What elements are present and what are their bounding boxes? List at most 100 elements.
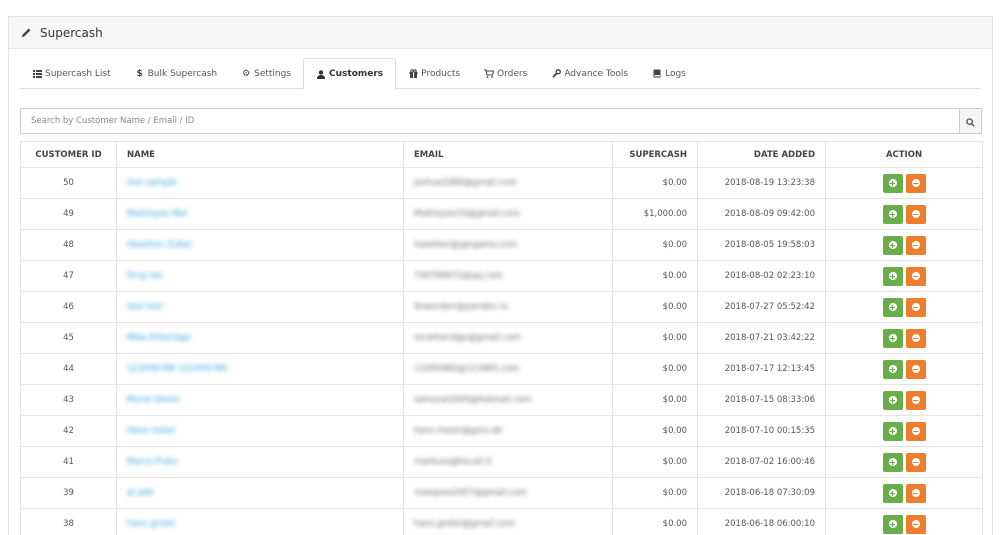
customer-name-link[interactable]: Murat Demir (127, 395, 180, 405)
email-cell: joshua1988@gmail.com (403, 167, 613, 199)
remove-supercash-button[interactable] (905, 359, 926, 379)
customer-id-cell: 39 (20, 477, 117, 509)
table-row: 45 Mike Etheridge mcetheridge@gmail.com $0.… (20, 322, 983, 354)
search-button[interactable] (959, 109, 981, 133)
customer-name-link[interactable]: Hans meier (127, 426, 176, 436)
add-supercash-button[interactable] (882, 483, 903, 503)
header-supercash[interactable]: SUPERCASH (612, 141, 698, 168)
add-supercash-button[interactable] (882, 390, 903, 410)
tab-customers[interactable]: Customers (303, 58, 397, 90)
action-buttons (882, 359, 926, 379)
remove-supercash-button[interactable] (905, 204, 926, 224)
header-name[interactable]: NAME (116, 141, 404, 168)
customer-name-link[interactable]: Mike Etheridge (127, 333, 190, 343)
remove-supercash-button[interactable] (905, 514, 926, 534)
customer-name-link[interactable]: Haashen Zuber (127, 240, 192, 250)
add-supercash-button[interactable] (882, 266, 903, 286)
header-action: ACTION (825, 141, 983, 168)
panel-title: Supercash (40, 25, 103, 40)
date-added-cell: 2018-08-19 13:23:38 (697, 167, 826, 199)
action-buttons (882, 390, 926, 410)
tab-orders[interactable]: Orders (472, 58, 539, 89)
date-added-cell: 2018-07-02 16:00:46 (697, 446, 826, 478)
remove-supercash-button[interactable] (905, 390, 926, 410)
name-cell: Hans meier (116, 415, 404, 447)
action-buttons (882, 235, 926, 255)
table-row: 47 feng nec 746766672@qq.com $0.00 2018-08-0… (20, 260, 983, 292)
plus-circle-icon (888, 489, 897, 497)
add-supercash-button[interactable] (882, 235, 903, 255)
tab-logs[interactable]: Logs (640, 58, 698, 89)
supercash-cell: $0.00 (612, 477, 698, 509)
tab-supercash-list[interactable]: Supercash List (20, 58, 123, 89)
add-supercash-button[interactable] (882, 204, 903, 224)
action-cell (825, 322, 983, 354)
customer-id-cell: 43 (20, 384, 117, 416)
add-supercash-button[interactable] (882, 297, 903, 317)
customer-name-link[interactable]: al add (127, 488, 153, 498)
header-date-added[interactable]: DATE ADDED (697, 141, 826, 168)
action-cell (825, 508, 983, 535)
add-supercash-button[interactable] (882, 421, 903, 441)
remove-supercash-button[interactable] (905, 173, 926, 193)
panel-heading: Supercash (9, 17, 992, 49)
action-buttons (882, 421, 926, 441)
tab-advance-tools[interactable]: Advance Tools (539, 58, 640, 89)
customer-name-link[interactable]: 123456789 123456789 (127, 364, 227, 374)
customer-id-cell: 38 (20, 508, 117, 535)
remove-supercash-button[interactable] (905, 328, 926, 348)
search-input[interactable] (21, 109, 959, 133)
action-cell (825, 198, 983, 230)
customer-id-cell: 44 (20, 353, 117, 385)
name-cell: test sample (116, 167, 404, 199)
name-cell: Murat Demir (116, 384, 404, 416)
add-supercash-button[interactable] (882, 328, 903, 348)
date-added-cell: 2018-07-27 05:52:42 (697, 291, 826, 323)
minus-circle-icon (911, 520, 920, 528)
remove-supercash-button[interactable] (905, 266, 926, 286)
header-customer-id[interactable]: CUSTOMER ID (20, 141, 117, 168)
customer-name-link[interactable]: hans grotei (127, 519, 175, 529)
customer-name-link[interactable]: feng nec (127, 271, 164, 281)
customer-email: masques2007@gmail.com (414, 488, 527, 498)
action-cell (825, 291, 983, 323)
date-added-cell: 2018-08-09 09:42:00 (697, 198, 826, 230)
plus-circle-icon (888, 396, 897, 404)
date-added-cell: 2018-07-21 03:42:22 (697, 322, 826, 354)
tab-bulk-supercash[interactable]: $ Bulk Supercash (123, 58, 229, 89)
search-icon (966, 112, 975, 131)
remove-supercash-button[interactable] (905, 421, 926, 441)
add-supercash-button[interactable] (882, 359, 903, 379)
customer-email: joshua1988@gmail.com (414, 178, 517, 188)
customer-name-link[interactable]: Maitreyee Mal (127, 209, 187, 219)
remove-supercash-button[interactable] (905, 297, 926, 317)
remove-supercash-button[interactable] (905, 483, 926, 503)
customer-name-link[interactable]: test test (127, 302, 162, 312)
add-supercash-button[interactable] (882, 452, 903, 472)
plus-circle-icon (888, 210, 897, 218)
tab-products[interactable]: Products (396, 58, 472, 89)
table-row: 39 al add masques2007@gmail.com $0.00 2018-0… (20, 477, 983, 509)
email-cell: 1326546S@123465.com (403, 353, 613, 385)
tab-settings[interactable]: ⚙ Settings (229, 58, 303, 89)
add-supercash-button[interactable] (882, 173, 903, 193)
customer-name-link[interactable]: Marco Prato (127, 457, 178, 467)
minus-circle-icon (911, 396, 920, 404)
date-added-cell: 2018-07-15 08:33:06 (697, 384, 826, 416)
customer-email: markuss@tiscali.it (414, 457, 492, 467)
action-buttons (882, 483, 926, 503)
list-icon (32, 69, 42, 79)
action-buttons (882, 204, 926, 224)
plus-circle-icon (888, 458, 897, 466)
add-supercash-button[interactable] (882, 514, 903, 534)
date-added-cell: 2018-07-17 12:13:45 (697, 353, 826, 385)
customer-email: drwenden@yandex.ru (414, 302, 508, 312)
pencil-icon (19, 26, 33, 40)
customer-name-link[interactable]: test sample (127, 178, 177, 188)
remove-supercash-button[interactable] (905, 235, 926, 255)
remove-supercash-button[interactable] (905, 452, 926, 472)
table-row: 46 test test drwenden@yandex.ru $0.00 2018-0… (20, 291, 983, 323)
header-email[interactable]: EMAIL (403, 141, 613, 168)
email-cell: markuss@tiscali.it (403, 446, 613, 478)
plus-circle-icon (888, 272, 897, 280)
